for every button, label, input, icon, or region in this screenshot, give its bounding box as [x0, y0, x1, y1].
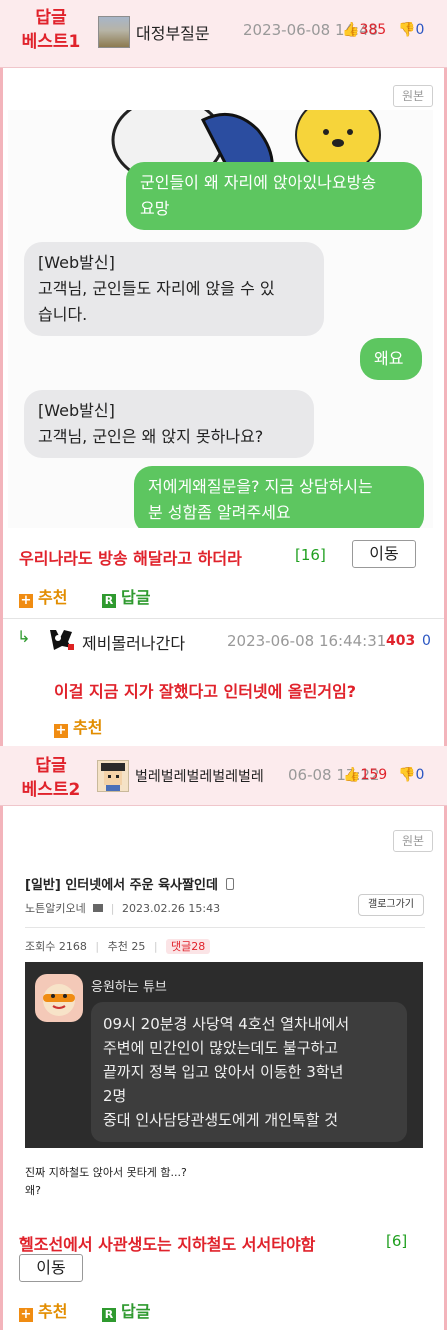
upvote-count: 385	[359, 22, 387, 38]
plus-icon: +	[19, 1307, 33, 1322]
upvote[interactable]: 👍159	[343, 767, 387, 783]
reply-label: 답글	[121, 1302, 151, 1321]
best-badge: 답글 베스트1	[8, 6, 94, 54]
downvote-count: 0	[415, 22, 425, 38]
reply-button[interactable]: R 답글	[102, 1298, 150, 1322]
badge-line2: 베스트2	[21, 780, 81, 800]
upvote[interactable]: 👍385	[342, 22, 386, 38]
reply-icon: R	[102, 594, 116, 608]
embed-recommend: 추천 25	[107, 940, 146, 953]
chat-bubble-left: [Web발신] 고객님, 군인은 왜 앉지 못하나요?	[24, 390, 314, 458]
badge-line1: 답글	[35, 8, 67, 28]
user-avatar[interactable]	[97, 760, 129, 792]
downvote[interactable]: 👎0	[398, 22, 424, 38]
chat-bubble-left: [Web발신] 고객님, 군인들도 자리에 앉을 수 있 습니다.	[24, 242, 324, 336]
thumbs-up-icon: 👍	[343, 767, 361, 783]
recommend-button[interactable]: + 추천	[19, 584, 67, 608]
views: 조회수 2168	[25, 940, 87, 953]
embed-body-text: 진짜 지하철도 앉아서 못타게 함...? 왜?	[25, 1166, 187, 1197]
post2-header: 답글 베스트2 벌레벌레벌레벌레벌레 06-08 17:22 👍159 👎0	[0, 746, 447, 806]
nick-icon	[93, 904, 104, 912]
post1-header: 답글 베스트1 대정부질문 2023-06-08 14:48 👍385 👎0	[0, 0, 447, 68]
tube-avatar	[35, 974, 83, 1022]
embed-title-text: [일반] 인터넷에서 주운 육사짤인데	[25, 878, 218, 893]
recommend-label: 추천	[38, 588, 68, 607]
best-badge: 답글 베스트2	[8, 754, 94, 802]
left-border	[0, 0, 3, 1330]
chat-screenshot: 군인들이 왜 자리에 앉아있나요방송 요망 [Web발신] 고객님, 군인들도 …	[8, 110, 433, 528]
recommend-button[interactable]: + 추천	[19, 1298, 67, 1322]
original-button[interactable]: 원본	[393, 830, 433, 852]
downvote-count: 0	[415, 767, 425, 783]
gallery-button[interactable]: 갤로그가기	[358, 894, 424, 916]
username[interactable]: 벌레벌레벌레벌레벌레	[135, 766, 264, 786]
embed-author: 노튼알키오네	[25, 902, 86, 915]
thumbs-down-icon: 👎	[398, 22, 416, 38]
chat-bubble-right: 저에게왜질문을? 지금 상담하시는 분 성함좀 알려주세요	[134, 466, 424, 528]
badge-line2: 베스트1	[21, 32, 81, 52]
embed-reply-count: 댓글28	[166, 939, 211, 954]
mobile-icon	[226, 878, 235, 890]
comment-date: 2023-06-08 16:44:31	[227, 632, 387, 650]
embedded-post-screenshot: [일반] 인터넷에서 주운 육사짤인데 노튼알키오네 | 2023.02.26 …	[11, 852, 436, 1197]
sender-name: 응원하는 튜브	[91, 980, 167, 995]
message-bubble: 09시 20분경 사당역 4호선 열차내에서 주변에 민간인이 많았는데도 불구…	[91, 1002, 407, 1142]
kakao-screenshot: 응원하는 튜브 09시 20분경 사당역 4호선 열차내에서 주변에 민간인이 …	[25, 962, 423, 1148]
comment-recommend-button[interactable]: + 추천	[54, 714, 102, 738]
embed-title: [일반] 인터넷에서 주운 육사짤인데	[25, 874, 235, 893]
reply-icon: R	[102, 1308, 116, 1322]
embed-divider	[25, 927, 425, 928]
badge-line1: 답글	[35, 756, 67, 776]
username[interactable]: 대정부질문	[136, 20, 210, 44]
plus-icon: +	[54, 723, 68, 738]
embed-date: 2023.02.26 15:43	[121, 902, 221, 915]
chat-bubble-right: 왜요	[360, 338, 422, 380]
user-avatar[interactable]	[98, 16, 130, 48]
original-button[interactable]: 원본	[393, 85, 433, 107]
reply-arrow-icon: ↳	[17, 627, 31, 646]
downvote[interactable]: 👎0	[398, 767, 424, 783]
reply-button[interactable]: R 답글	[102, 584, 150, 608]
user-icon[interactable]	[46, 626, 76, 652]
comment-count[interactable]: [16]	[295, 546, 326, 564]
recommend-label: 추천	[73, 718, 103, 737]
move-button[interactable]: 이동	[352, 540, 416, 568]
upvote-count: 159	[360, 767, 388, 783]
chat-bubble-right: 군인들이 왜 자리에 앉아있나요방송 요망	[126, 162, 422, 230]
comment-upvote[interactable]: 403	[386, 633, 415, 649]
move-button[interactable]: 이동	[19, 1254, 83, 1282]
reply-label: 답글	[121, 588, 151, 607]
embed-stats: 조회수 2168 | 추천 25 | 댓글28	[25, 938, 211, 954]
recommend-label: 추천	[38, 1302, 68, 1321]
comment-downvote[interactable]: 0	[422, 633, 431, 649]
embed-meta: 노튼알키오네 | 2023.02.26 15:43	[25, 902, 221, 915]
divider	[3, 618, 444, 619]
post-caption: 헬조선에서 사관생도는 지하철도 서서타야함	[19, 1235, 316, 1254]
thumbs-down-icon: 👎	[398, 767, 416, 783]
comment-text: 이걸 지금 지가 잘했다고 인터넷에 올린거임?	[54, 682, 357, 701]
plus-icon: +	[19, 593, 33, 608]
post-caption: 우리나라도 방송 해달라고 하더라	[19, 549, 242, 568]
comment-count[interactable]: [6]	[386, 1232, 407, 1250]
thumbs-up-icon: 👍	[342, 22, 360, 38]
comment-username[interactable]: 제비몰러나간다	[82, 630, 185, 654]
